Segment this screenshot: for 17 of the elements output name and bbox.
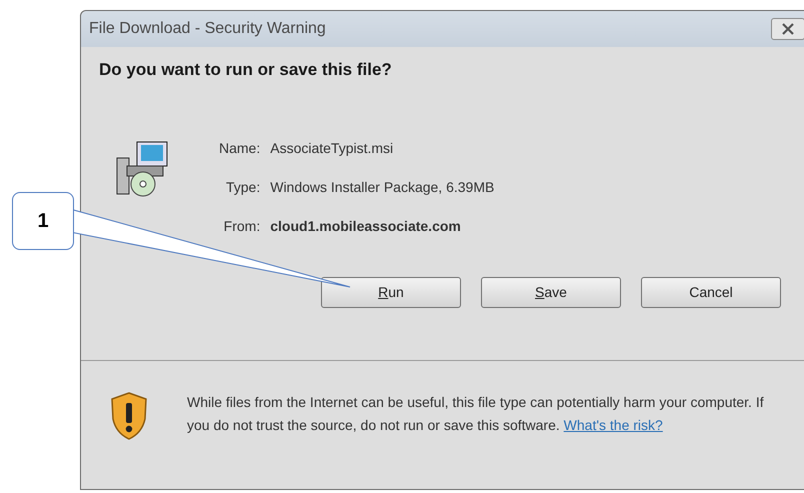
field-label: Type: bbox=[224, 178, 260, 197]
field-label: Name: bbox=[219, 138, 260, 158]
risk-link[interactable]: What's the risk? bbox=[564, 416, 663, 432]
heading: Do you want to run or save this file? bbox=[99, 59, 393, 81]
field-value: AssociateTypist.msi bbox=[270, 138, 394, 158]
warning-message: While files from the Internet can be useful, this file type can potentially harm your computer. If you do not trust the source, do not run or save this software. What's the risk? bbox=[187, 392, 765, 435]
field-value: cloud1.mobileassociate.com bbox=[270, 216, 462, 236]
close-icon bbox=[781, 23, 795, 35]
field-label: From: bbox=[222, 216, 260, 236]
warning-shield-icon bbox=[109, 390, 149, 440]
dialog-button[interactable]: Cancel bbox=[641, 276, 781, 308]
callout-number: 1 bbox=[12, 192, 74, 250]
dialog-button[interactable]: Save bbox=[481, 276, 621, 308]
dialog-button[interactable]: Run bbox=[321, 276, 461, 308]
field-value: Windows Installer Package, 6.39MB bbox=[270, 178, 494, 197]
close-button[interactable] bbox=[771, 18, 804, 40]
window-title: File Download - Security Warning bbox=[89, 19, 326, 39]
